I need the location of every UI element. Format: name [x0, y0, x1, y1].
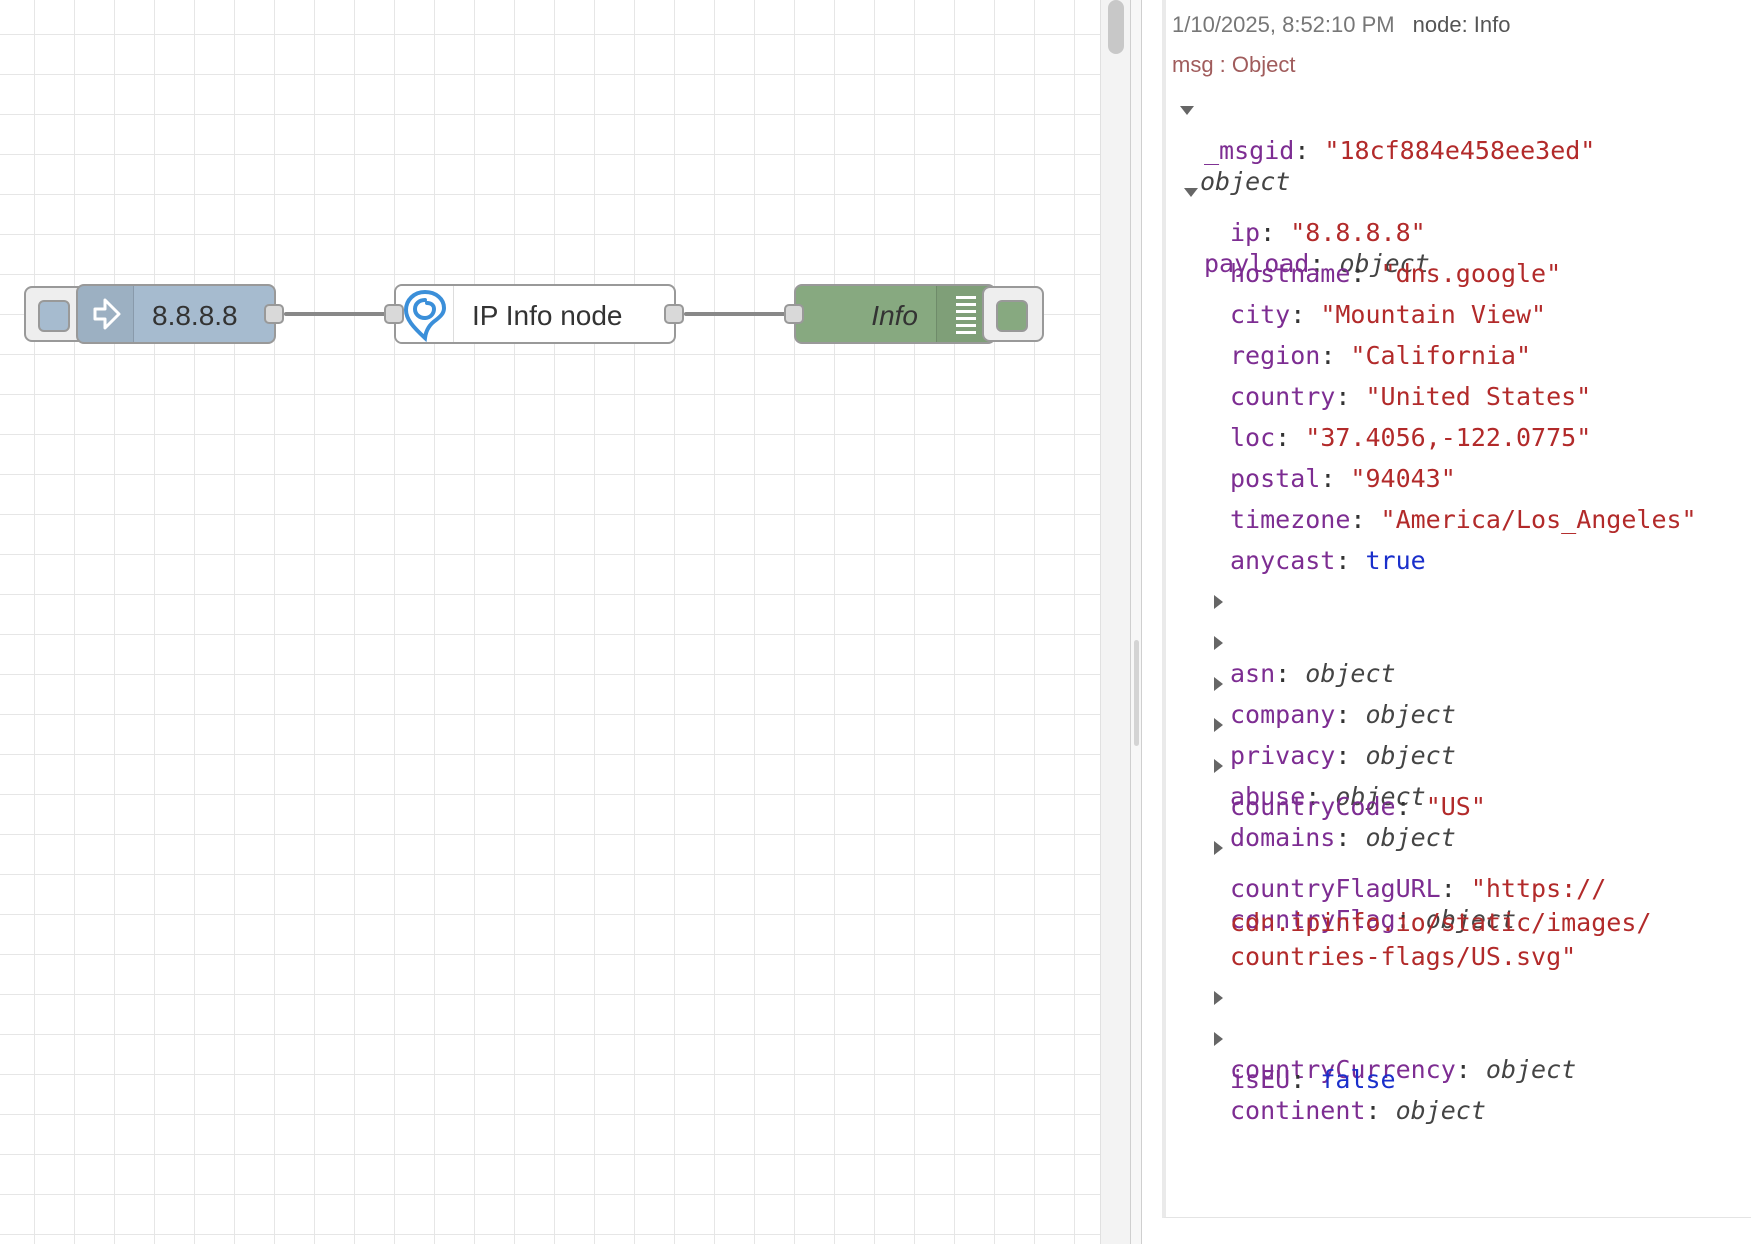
debug-node-link[interactable]: node: Info — [1413, 12, 1511, 37]
tree-row-iseu: isEU: false — [1230, 1065, 1396, 1094]
value-countrycurrency: object — [1485, 1055, 1577, 1084]
debug-timestamp: 1/10/2025, 8:52:10 PM — [1172, 12, 1395, 37]
tree-row-timezone: timezone: "America/Los_Angeles" — [1230, 505, 1697, 534]
tree-row-ip: ip: "8.8.8.8" — [1230, 218, 1426, 247]
ipinfo-node[interactable]: IP Info node — [384, 284, 684, 344]
tree-root-row[interactable]: object — [1180, 92, 1300, 196]
sidebar-separator[interactable] — [1130, 0, 1142, 1244]
tree-row-domains[interactable]: domains: object — [1214, 748, 1456, 852]
value-msgid: "18cf884e458ee3ed" — [1324, 136, 1596, 165]
tree-row-city: city: "Mountain View" — [1230, 300, 1547, 329]
debug-toggle-wrapper — [982, 286, 1044, 342]
workspace-scrollbar-thumb[interactable] — [1108, 0, 1124, 54]
key-continent: continent — [1230, 1096, 1366, 1125]
key-countrycode: countryCode — [1230, 792, 1396, 821]
debug-node-label: Info — [871, 300, 918, 331]
debug-msg-type: msg : Object — [1172, 52, 1296, 77]
separator-grip[interactable] — [1134, 640, 1139, 746]
key-iseu: isEU — [1230, 1065, 1291, 1094]
collapsed-caret-icon[interactable] — [1214, 1032, 1223, 1046]
key-postal: postal — [1230, 464, 1321, 493]
value-privacy: object — [1365, 741, 1456, 770]
ipinfo-pin-icon — [396, 286, 454, 343]
key-country: country — [1230, 382, 1336, 411]
ipinfo-output-port[interactable] — [664, 304, 684, 324]
key-msgid: _msgid — [1204, 136, 1295, 165]
workspace-scrollbar[interactable] — [1100, 0, 1130, 1244]
tree-row-company[interactable]: company: object — [1214, 625, 1456, 729]
inject-output-port[interactable] — [264, 304, 284, 324]
value-domains: object — [1365, 823, 1456, 852]
value-region: "California" — [1350, 341, 1532, 370]
tree-row-postal: postal: "94043" — [1230, 464, 1456, 493]
key-loc: loc — [1230, 423, 1276, 452]
debug-toggle-button[interactable] — [996, 300, 1028, 332]
debug-message-meta: 1/10/2025, 8:52:10 PM node: Info — [1172, 12, 1511, 38]
tree-row-privacy[interactable]: privacy: object — [1214, 666, 1456, 770]
tree-row-msgid: _msgid: "18cf884e458ee3ed" — [1204, 136, 1596, 165]
tree-row-countryflagurl-cont2: countries-flags/US.svg" — [1230, 939, 1576, 975]
value-countryflagurl-line3: countries-flags/US.svg" — [1230, 942, 1577, 971]
tree-row-region: region: "California" — [1230, 341, 1532, 370]
key-countryflagurl: countryFlagURL — [1230, 874, 1441, 903]
tree-row-loc: loc: "37.4056,-122.0775" — [1230, 423, 1592, 452]
expanded-caret-icon[interactable] — [1184, 188, 1198, 197]
key-timezone: timezone — [1230, 505, 1351, 534]
value-countryflagurl-line2: cdn.ipinfo.io/static/images/ — [1230, 908, 1652, 937]
value-countrycode: "US" — [1425, 792, 1486, 821]
tree-row-countryflagurl-cont1: cdn.ipinfo.io/static/images/ — [1230, 905, 1651, 941]
debug-input-port[interactable] — [784, 304, 804, 324]
debug-node[interactable]: Info — [784, 284, 996, 344]
tree-row-asn[interactable]: asn: object — [1214, 584, 1396, 688]
value-hostname: "dns.google" — [1380, 259, 1562, 288]
debug-message: 1/10/2025, 8:52:10 PM node: Info msg : Ob… — [1162, 0, 1751, 1218]
tree-row-anycast: anycast: true — [1230, 546, 1426, 575]
collapsed-caret-icon[interactable] — [1214, 718, 1223, 732]
collapsed-caret-icon[interactable] — [1214, 759, 1223, 773]
tree-row-countrycode: countryCode: "US" — [1230, 792, 1486, 821]
tree-row-country: country: "United States" — [1230, 382, 1592, 411]
value-company: object — [1365, 700, 1456, 729]
tree-row-payload[interactable]: payload: object — [1184, 174, 1430, 278]
value-iseu: false — [1320, 1065, 1396, 1094]
inject-node-label: 8.8.8.8 — [152, 300, 238, 331]
value-timezone: "America/Los_Angeles" — [1380, 505, 1697, 534]
inject-trigger-button[interactable] — [38, 300, 70, 332]
tree-row-hostname: hostname: "dns.google" — [1230, 259, 1562, 288]
value-postal: "94043" — [1350, 464, 1456, 493]
tree-row-continent[interactable]: continent: object — [1214, 1021, 1486, 1125]
wire-inject-to-ipinfo[interactable] — [284, 312, 394, 316]
ipinfo-node-label: IP Info node — [472, 300, 623, 331]
tree-row-countrycurrency[interactable]: countryCurrency: object — [1214, 980, 1576, 1084]
value-countryflagurl-line1: "https:// — [1470, 874, 1607, 903]
ipinfo-input-port[interactable] — [384, 304, 404, 324]
key-hostname: hostname — [1230, 259, 1351, 288]
value-loc: "37.4056,-122.0775" — [1305, 423, 1592, 452]
tree-row-abuse[interactable]: abuse: object — [1214, 707, 1426, 811]
tree-row-countryflagurl: countryFlagURL: "https:// — [1230, 874, 1607, 903]
value-anycast: true — [1365, 546, 1426, 575]
value-country: "United States" — [1365, 382, 1592, 411]
key-city: city — [1230, 300, 1291, 329]
expanded-caret-icon[interactable] — [1180, 106, 1194, 115]
collapsed-caret-icon[interactable] — [1214, 595, 1223, 609]
arrow-right-icon — [78, 286, 134, 342]
key-anycast: anycast — [1230, 546, 1336, 575]
key-region: region — [1230, 341, 1321, 370]
key-ip: ip — [1230, 218, 1261, 247]
tree-row-countryflag[interactable]: countryFlag: object — [1214, 830, 1516, 934]
collapsed-caret-icon[interactable] — [1214, 991, 1223, 1005]
value-continent: object — [1395, 1096, 1486, 1125]
debug-sidebar: 1/10/2025, 8:52:10 PM node: Info msg : Ob… — [1142, 0, 1751, 1244]
collapsed-caret-icon[interactable] — [1214, 636, 1223, 650]
inject-node[interactable]: 8.8.8.8 — [76, 284, 284, 344]
value-city: "Mountain View" — [1320, 300, 1547, 329]
wire-ipinfo-to-debug[interactable] — [684, 312, 794, 316]
collapsed-caret-icon[interactable] — [1214, 841, 1223, 855]
collapsed-caret-icon[interactable] — [1214, 677, 1223, 691]
value-ip: "8.8.8.8" — [1290, 218, 1426, 247]
flow-workspace[interactable]: 8.8.8.8 IP Info node Info — [0, 0, 1100, 1244]
